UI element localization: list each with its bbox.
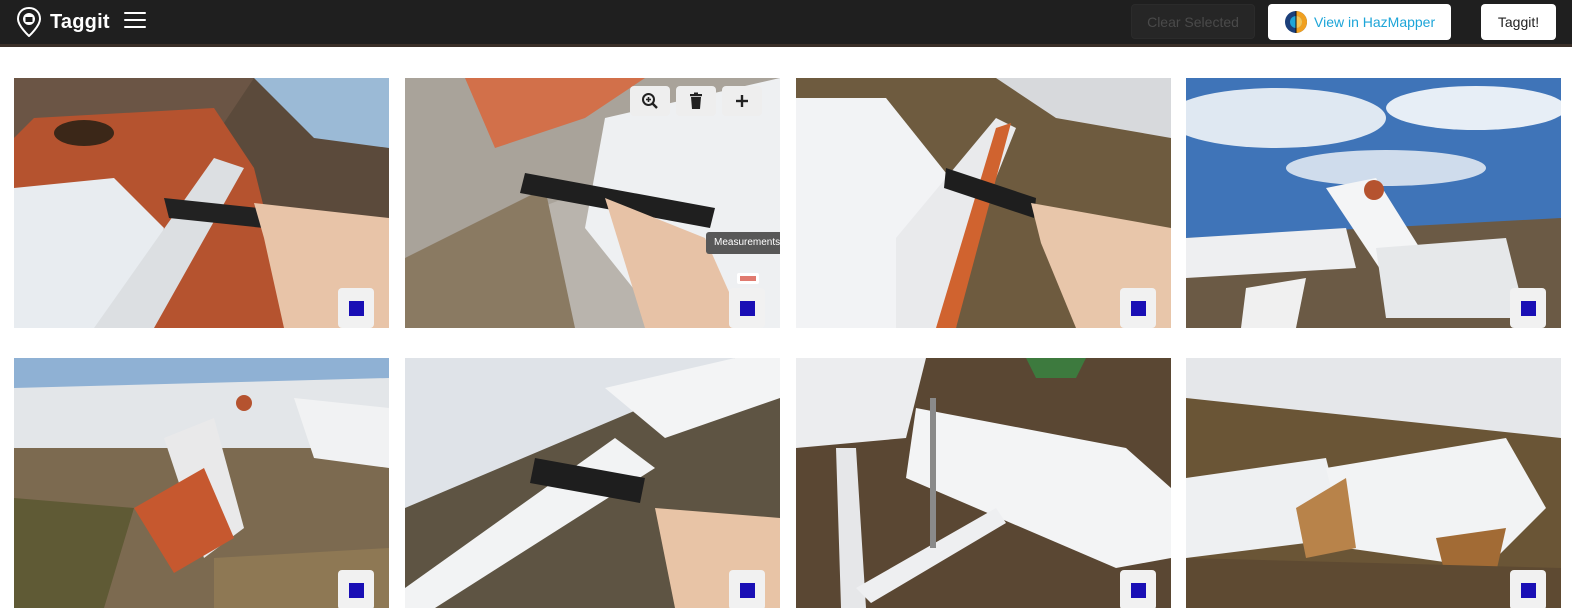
hamburger-menu-icon[interactable]: [124, 12, 146, 32]
tag-tooltip: Measurements: [706, 232, 780, 254]
photo-tile[interactable]: [796, 78, 1171, 328]
photo-image: [796, 358, 1171, 608]
trash-icon[interactable]: [676, 86, 716, 116]
photo-image: [1186, 78, 1561, 328]
select-checkbox[interactable]: [338, 570, 374, 608]
photo-tile[interactable]: [1186, 78, 1561, 328]
scrolled-photo-strip: [0, 44, 1572, 47]
photo-tile[interactable]: [14, 78, 389, 328]
photo-image: [796, 78, 1171, 328]
hazmapper-globe-icon: [1285, 11, 1307, 33]
tag-color-chip[interactable]: [737, 273, 759, 284]
select-checkbox[interactable]: [338, 288, 374, 328]
photo-tile-hovered[interactable]: Measurements: [405, 78, 780, 328]
select-checkbox[interactable]: [1120, 570, 1156, 608]
view-in-hazmapper-button[interactable]: View in HazMapper: [1268, 4, 1451, 40]
brand[interactable]: Taggit: [16, 7, 110, 37]
select-checkbox[interactable]: [1120, 288, 1156, 328]
photo-image: [1186, 358, 1561, 608]
clear-selected-button[interactable]: Clear Selected: [1131, 4, 1255, 39]
photo-tile[interactable]: [796, 358, 1171, 608]
select-checkbox[interactable]: [729, 288, 765, 328]
photo-tile[interactable]: [405, 358, 780, 608]
map-pin-logo-icon: [16, 7, 42, 37]
app-title: Taggit: [50, 10, 110, 33]
photo-image: [405, 358, 780, 608]
hazmapper-label: View in HazMapper: [1314, 14, 1436, 30]
plus-icon[interactable]: [722, 86, 762, 116]
taggit-button[interactable]: Taggit!: [1481, 4, 1556, 40]
select-checkbox[interactable]: [1510, 570, 1546, 608]
zoom-in-icon[interactable]: [630, 86, 670, 116]
photo-tile[interactable]: [1186, 358, 1561, 608]
photo-image: [14, 358, 389, 608]
photo-tile[interactable]: [14, 358, 389, 608]
select-checkbox[interactable]: [729, 570, 765, 608]
select-checkbox[interactable]: [1510, 288, 1546, 328]
photo-image: [14, 78, 389, 328]
top-navbar: Taggit Clear Selected View in HazMapper …: [0, 0, 1572, 46]
hover-toolbar: [630, 86, 762, 116]
